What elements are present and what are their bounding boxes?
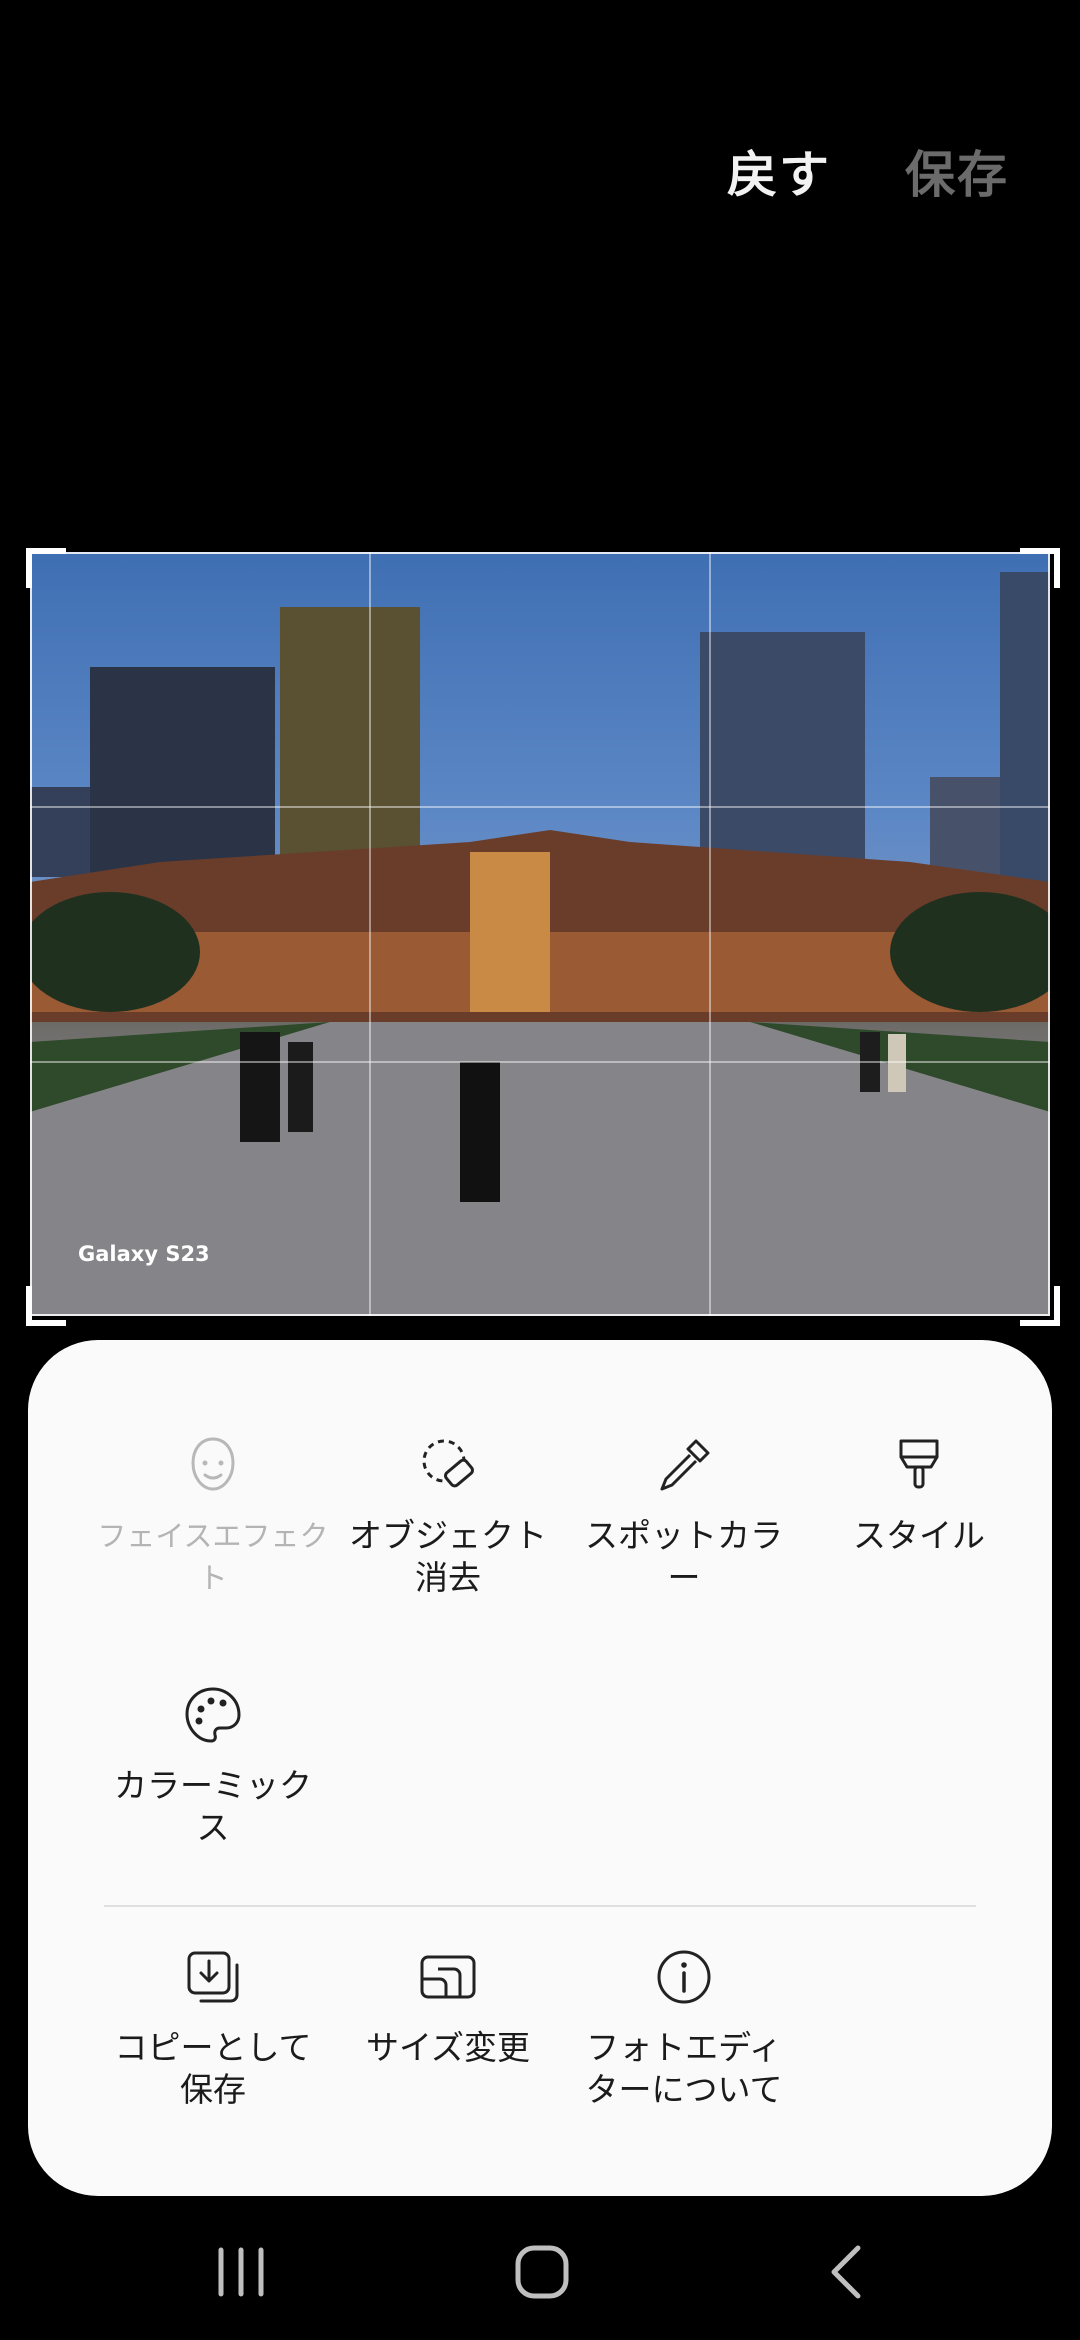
info-icon [657,1950,711,2004]
copy-save-label: コピーとして 保存 [114,2028,312,2109]
paint-brush-icon [899,1439,939,1489]
face-effect-label: フェイスエフェクト [97,1519,329,1595]
object-eraser-button[interactable]: オブジェクト 消去 [330,1433,566,1599]
style-button[interactable]: スタイル [801,1433,1037,1557]
palette-icon [185,1687,241,1743]
photo-watermark: Galaxy S23 [78,1242,210,1266]
crop-handle-bottom-left[interactable] [26,1286,66,1326]
style-label: スタイル [853,1516,985,1555]
crop-handle-top-left[interactable] [26,548,66,588]
spot-color-button[interactable]: スポットカラ ー [566,1433,802,1599]
sheet-divider [104,1905,976,1907]
copy-save-icon [187,1951,239,2003]
resize-label: サイズ変更 [365,2028,530,2067]
tools-sheet: フェイスエフェクト オブジェクト 消去 スポットカラ ー スタイル カラーミック… [28,1340,1052,2196]
spot-color-label: スポットカラ ー [585,1516,783,1597]
about-photo-editor-label: フォトエディ ターについて [585,2028,783,2109]
color-mix-label: カラーミック ス [114,1766,312,1847]
crop-handle-bottom-right[interactable] [1020,1286,1060,1326]
back-icon[interactable] [808,2240,888,2304]
copy-save-button[interactable]: コピーとして 保存 [95,1945,331,2111]
save-button[interactable]: 保存 [905,135,1009,207]
face-effect-button: フェイスエフェクト [95,1433,331,1599]
home-icon[interactable] [502,2240,582,2304]
revert-button[interactable]: 戻す [727,135,831,207]
crop-frame [30,552,1050,1316]
color-mix-button[interactable]: カラーミック ス [95,1683,331,1849]
crop-handle-top-right[interactable] [1020,548,1060,588]
face-icon [191,1437,235,1491]
object-eraser-icon [422,1439,474,1488]
recents-icon[interactable] [201,2240,281,2304]
resize-button[interactable]: サイズ変更 [330,1945,566,2069]
object-eraser-label: オブジェクト 消去 [349,1516,547,1597]
eyedropper-icon [660,1439,710,1491]
resize-icon [420,1955,476,1999]
about-photo-editor-button[interactable]: フォトエディ ターについて [566,1945,802,2111]
